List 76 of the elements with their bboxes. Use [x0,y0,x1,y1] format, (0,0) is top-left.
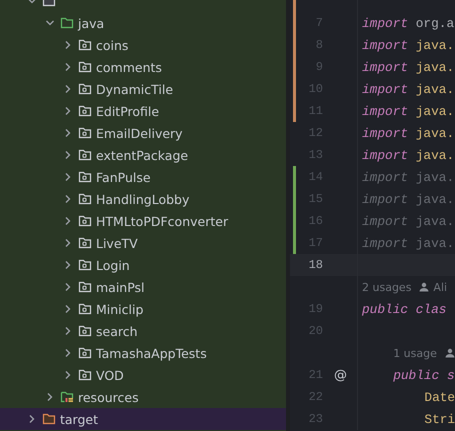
line-number: 18 [308,258,323,272]
chevron-right-icon [45,392,55,402]
resources-folder-icon [60,390,74,404]
chevron-right-icon [27,414,37,424]
tree-item[interactable]: target [0,408,286,430]
tree-item[interactable]: HandlingLobby [0,188,286,210]
tree-item[interactable]: coins [0,34,286,56]
folder-icon [60,16,74,30]
chevron-right-icon [63,282,73,292]
person-icon [444,348,455,358]
chevron-right-icon [63,106,73,116]
chevron-down-icon [45,18,55,28]
code-text: import java. [362,214,454,228]
tree-item[interactable]: mainPsl [0,276,286,298]
person-icon [419,282,430,292]
code-text: import java. [362,148,454,162]
code-text: Date [424,390,455,404]
chevron-right-icon [63,194,73,204]
folder-icon [78,280,92,294]
tree-item[interactable]: HTMLtoPDFconverter [0,210,286,232]
folder-icon [78,82,92,96]
tree-item[interactable]: EditProfile [0,100,286,122]
tree-item[interactable]: VOD [0,364,286,386]
code-text: import java. [362,236,454,250]
code-text: import java. [362,38,454,52]
folder-icon [78,38,92,52]
code-text: Stri [424,412,455,426]
code-text: import java. [362,82,454,96]
folder-icon [78,236,92,250]
code-text: import java. [362,170,454,184]
tree-item[interactable]: java [0,12,286,34]
chevron-right-icon [63,216,73,226]
folder-icon [78,302,92,316]
chevron-right-icon [63,40,73,50]
folder-icon [78,214,92,228]
code-text: import org.a [362,16,454,30]
folder-icon [78,126,92,140]
chevron-right-icon [63,150,73,160]
folder-icon [42,412,56,426]
tree-item[interactable]: Login [0,254,286,276]
folder-icon [78,192,92,206]
code-text: public s [393,368,455,382]
chevron-right-icon [63,62,73,72]
folder-icon [78,324,92,338]
tree-item[interactable]: TamashaAppTests [0,342,286,364]
chevron-right-icon [63,128,73,138]
gutter-mark[interactable]: @ [334,368,347,382]
chevron-right-icon [63,238,73,248]
tree-item[interactable]: LiveTV [0,232,286,254]
folder-icon [78,346,92,360]
tree-item[interactable]: EmailDelivery [0,122,286,144]
chevron-right-icon [63,370,73,380]
chevron-right-icon [63,348,73,358]
code-text: import java. [362,126,454,140]
tree-item[interactable]: resources [0,386,286,408]
tree-item[interactable]: comments [0,56,286,78]
code-text: public clas [362,302,446,316]
chevron-right-icon [63,84,73,94]
folder-icon [78,60,92,74]
folder-icon [78,368,92,382]
chevron-right-icon [63,260,73,270]
tree-item[interactable]: DynamicTile [0,78,286,100]
tree-item[interactable]: Miniclip [0,298,286,320]
tree-item[interactable]: search [0,320,286,342]
code-text: import java. [362,104,454,118]
code-text: import java. [362,60,454,74]
folder-icon [78,104,92,118]
chevron-right-icon [63,326,73,336]
folder-icon [78,258,92,272]
folder-icon [78,148,92,162]
tree-item[interactable]: extentPackage [0,144,286,166]
code-text: import java. [362,192,454,206]
chevron-right-icon [63,172,73,182]
chevron-right-icon [63,304,73,314]
tree-item[interactable]: FanPulse [0,166,286,188]
folder-icon [78,170,92,184]
